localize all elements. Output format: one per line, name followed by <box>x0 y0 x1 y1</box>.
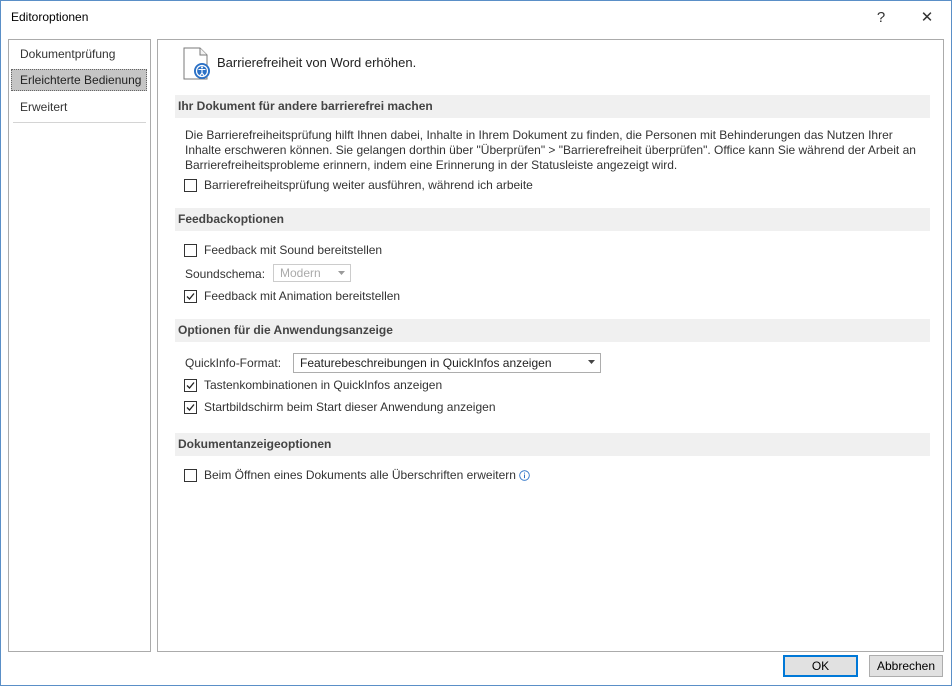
sidebar-item-dokumentpruefung[interactable]: Dokumentprüfung <box>11 43 147 65</box>
header-text: Barrierefreiheit von Word erhöhen. <box>217 55 417 70</box>
sound-feedback-option[interactable]: Feedback mit Sound bereitstellen <box>184 242 382 258</box>
editor-options-dialog: Editoroptionen ? ✕ Dokumentprüfung Erlei… <box>0 0 952 686</box>
close-button[interactable]: ✕ <box>913 5 941 29</box>
ok-button[interactable]: OK <box>783 655 858 677</box>
cancel-button[interactable]: Abbrechen <box>869 655 943 677</box>
quickinfo-format-select[interactable]: Featurebeschreibungen in QuickInfos anze… <box>293 353 601 373</box>
title-bar: Editoroptionen ? ✕ <box>1 1 951 33</box>
startscreen-option[interactable]: Startbildschirm beim Start dieser Anwend… <box>184 399 496 415</box>
keep-running-checkbox[interactable] <box>184 178 197 192</box>
animation-feedback-checkbox[interactable] <box>184 289 197 303</box>
accessibility-document-icon <box>183 47 210 80</box>
sound-scheme-select: Modern <box>273 264 351 282</box>
quickinfo-format-label: QuickInfo-Format: <box>185 356 282 370</box>
main-panel: Barrierefreiheit von Word erhöhen. Ihr D… <box>157 39 944 652</box>
expand-headings-option[interactable]: Beim Öffnen eines Dokuments alle Übersch… <box>184 467 530 483</box>
shortcuts-checkbox[interactable] <box>184 378 197 392</box>
sidebar: Dokumentprüfung Erleichterte Bedienung E… <box>8 39 151 652</box>
startscreen-label: Startbildschirm beim Start dieser Anwend… <box>204 400 496 414</box>
window-title: Editoroptionen <box>11 10 89 24</box>
animation-feedback-label: Feedback mit Animation bereitstellen <box>204 289 401 303</box>
sound-feedback-checkbox[interactable] <box>184 243 197 257</box>
section-display: Optionen für die Anwendungsanzeige <box>175 319 930 342</box>
sound-scheme-value: Modern <box>280 266 321 280</box>
sidebar-item-erleichterte-bedienung[interactable]: Erleichterte Bedienung <box>11 69 147 91</box>
sound-scheme-label: Soundschema: <box>185 267 266 281</box>
sidebar-item-erweitert[interactable]: Erweitert <box>11 96 147 118</box>
startscreen-checkbox[interactable] <box>184 400 197 414</box>
keep-running-option[interactable]: Barrierefreiheitsprüfung weiter ausführe… <box>184 177 533 193</box>
info-icon[interactable] <box>519 469 530 481</box>
sound-feedback-label: Feedback mit Sound bereitstellen <box>204 243 383 257</box>
help-button[interactable]: ? <box>867 5 895 29</box>
quickinfo-format-value: Featurebeschreibungen in QuickInfos anze… <box>300 356 552 370</box>
section-accessibility: Ihr Dokument für andere barrierefrei mac… <box>175 95 930 118</box>
chevron-down-icon <box>338 271 345 275</box>
sidebar-divider <box>13 122 146 123</box>
accessibility-description: Die Barrierefreiheitsprüfung hilft Ihnen… <box>185 128 916 172</box>
shortcuts-label: Tastenkombinationen in QuickInfos anzeig… <box>204 378 443 392</box>
section-feedback: Feedbackoptionen <box>175 208 930 231</box>
expand-headings-label: Beim Öffnen eines Dokuments alle Übersch… <box>204 468 516 482</box>
section-document-view: Dokumentanzeigeoptionen <box>175 433 930 456</box>
chevron-down-icon <box>588 360 595 364</box>
shortcuts-option[interactable]: Tastenkombinationen in QuickInfos anzeig… <box>184 377 442 393</box>
expand-headings-checkbox[interactable] <box>184 468 197 482</box>
keep-running-label: Barrierefreiheitsprüfung weiter ausführe… <box>204 178 533 192</box>
animation-feedback-option[interactable]: Feedback mit Animation bereitstellen <box>184 288 400 304</box>
